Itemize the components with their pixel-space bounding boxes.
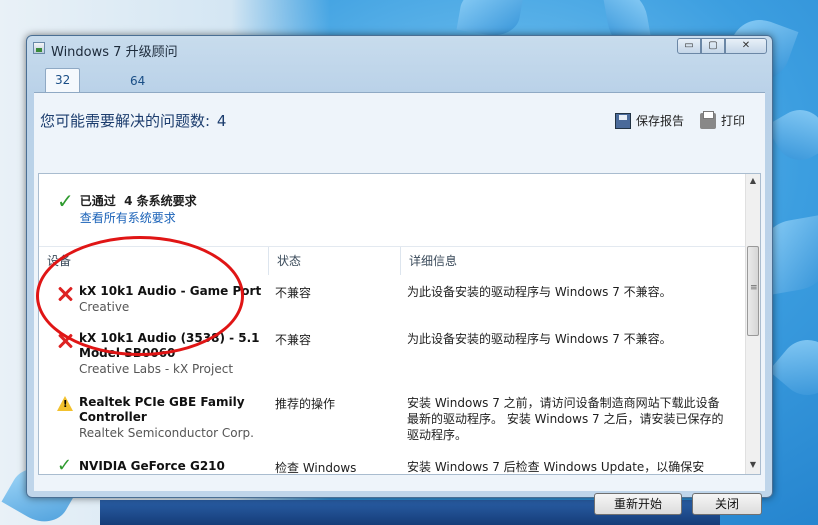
device-vendor: Realtek Semiconductor Corp. <box>79 426 254 440</box>
status-cell: 检查 Windows <box>275 461 357 475</box>
status-cell: 推荐的操作 <box>275 397 336 411</box>
table-row[interactable]: ! Realtek PCIe GBE Family Controller Rea… <box>39 395 746 457</box>
scroll-down-arrow-icon[interactable]: ▼ <box>748 460 758 472</box>
tab-64bit-report[interactable]: 64 位报告 <box>121 70 154 154</box>
window-title: Windows 7 升级顾问 <box>51 45 178 60</box>
passed-count-text: 4 条系统要求 <box>124 194 197 208</box>
leaf-decoration <box>768 328 818 407</box>
print-button[interactable]: 打印 <box>700 110 746 129</box>
status-cell: 不兼容 <box>275 286 312 300</box>
leaf-decoration <box>456 0 524 40</box>
print-label: 打印 <box>721 114 746 128</box>
close-window-button[interactable]: ✕ <box>725 38 767 54</box>
save-report-button[interactable]: 保存报告 <box>615 112 684 129</box>
device-cell: NVIDIA GeForce G210 <box>79 459 269 474</box>
maximize-button[interactable]: ▢ <box>701 38 725 54</box>
tab-32bit-report[interactable]: 32 位报告 <box>45 68 81 153</box>
warning-icon: ! <box>57 396 73 411</box>
app-icon <box>33 42 45 54</box>
save-icon <box>615 112 631 129</box>
title-bar[interactable]: Windows 7 升级顾问 ▭ ▢ ✕ <box>27 36 772 62</box>
device-name: NVIDIA GeForce G210 <box>79 459 225 473</box>
column-details[interactable]: 详细信息 <box>401 247 746 275</box>
printer-icon <box>700 110 716 129</box>
detail-cell: 为此设备安装的驱动程序与 Windows 7 不兼容。 <box>407 285 672 299</box>
scrollbar-thumb[interactable]: ≡ <box>747 246 759 336</box>
passed-label: 已通过 <box>79 194 116 208</box>
system-requirements-summary: ✓ 已通过 4 条系统要求 查看所有系统要求 <box>57 189 197 226</box>
annotation-circle <box>36 236 244 356</box>
vertical-scrollbar[interactable]: ▲ ≡ ▼ <box>745 174 760 474</box>
column-status[interactable]: 状态 <box>269 247 401 275</box>
check-icon: ✓ <box>57 455 73 475</box>
leaf-decoration <box>765 100 818 170</box>
detail-cell: 安装 Windows 7 之前，请访问设备制造商网站下载此设备最新的驱动程序。 … <box>407 396 724 442</box>
device-vendor: Creative Labs - kX Project <box>79 362 234 376</box>
issues-heading: 您可能需要解决的问题数: 4 <box>38 110 226 131</box>
detail-cell: 安装 Windows 7 后检查 Windows Update，以确保安 <box>407 460 705 474</box>
check-icon: ✓ <box>57 189 74 213</box>
passed-summary: 已通过 4 条系统要求 <box>80 192 197 209</box>
device-name: Realtek PCIe GBE Family Controller <box>79 395 245 424</box>
restart-button[interactable]: 重新开始 <box>594 493 682 515</box>
issues-count: 4 <box>216 112 227 130</box>
view-all-requirements-link[interactable]: 查看所有系统要求 <box>80 209 197 226</box>
device-cell: Realtek PCIe GBE Family Controller Realt… <box>79 395 269 441</box>
detail-cell: 为此设备安装的驱动程序与 Windows 7 不兼容。 <box>407 332 672 346</box>
scroll-up-arrow-icon[interactable]: ▲ <box>748 176 758 188</box>
save-report-label: 保存报告 <box>636 114 685 128</box>
table-row[interactable]: ✓ NVIDIA GeForce G210 检查 Windows 安装 Wind… <box>39 455 746 475</box>
minimize-button[interactable]: ▭ <box>677 38 701 54</box>
status-cell: 不兼容 <box>275 333 312 347</box>
issues-label: 您可能需要解决的问题数: <box>40 112 211 130</box>
close-button[interactable]: 关闭 <box>692 493 762 515</box>
